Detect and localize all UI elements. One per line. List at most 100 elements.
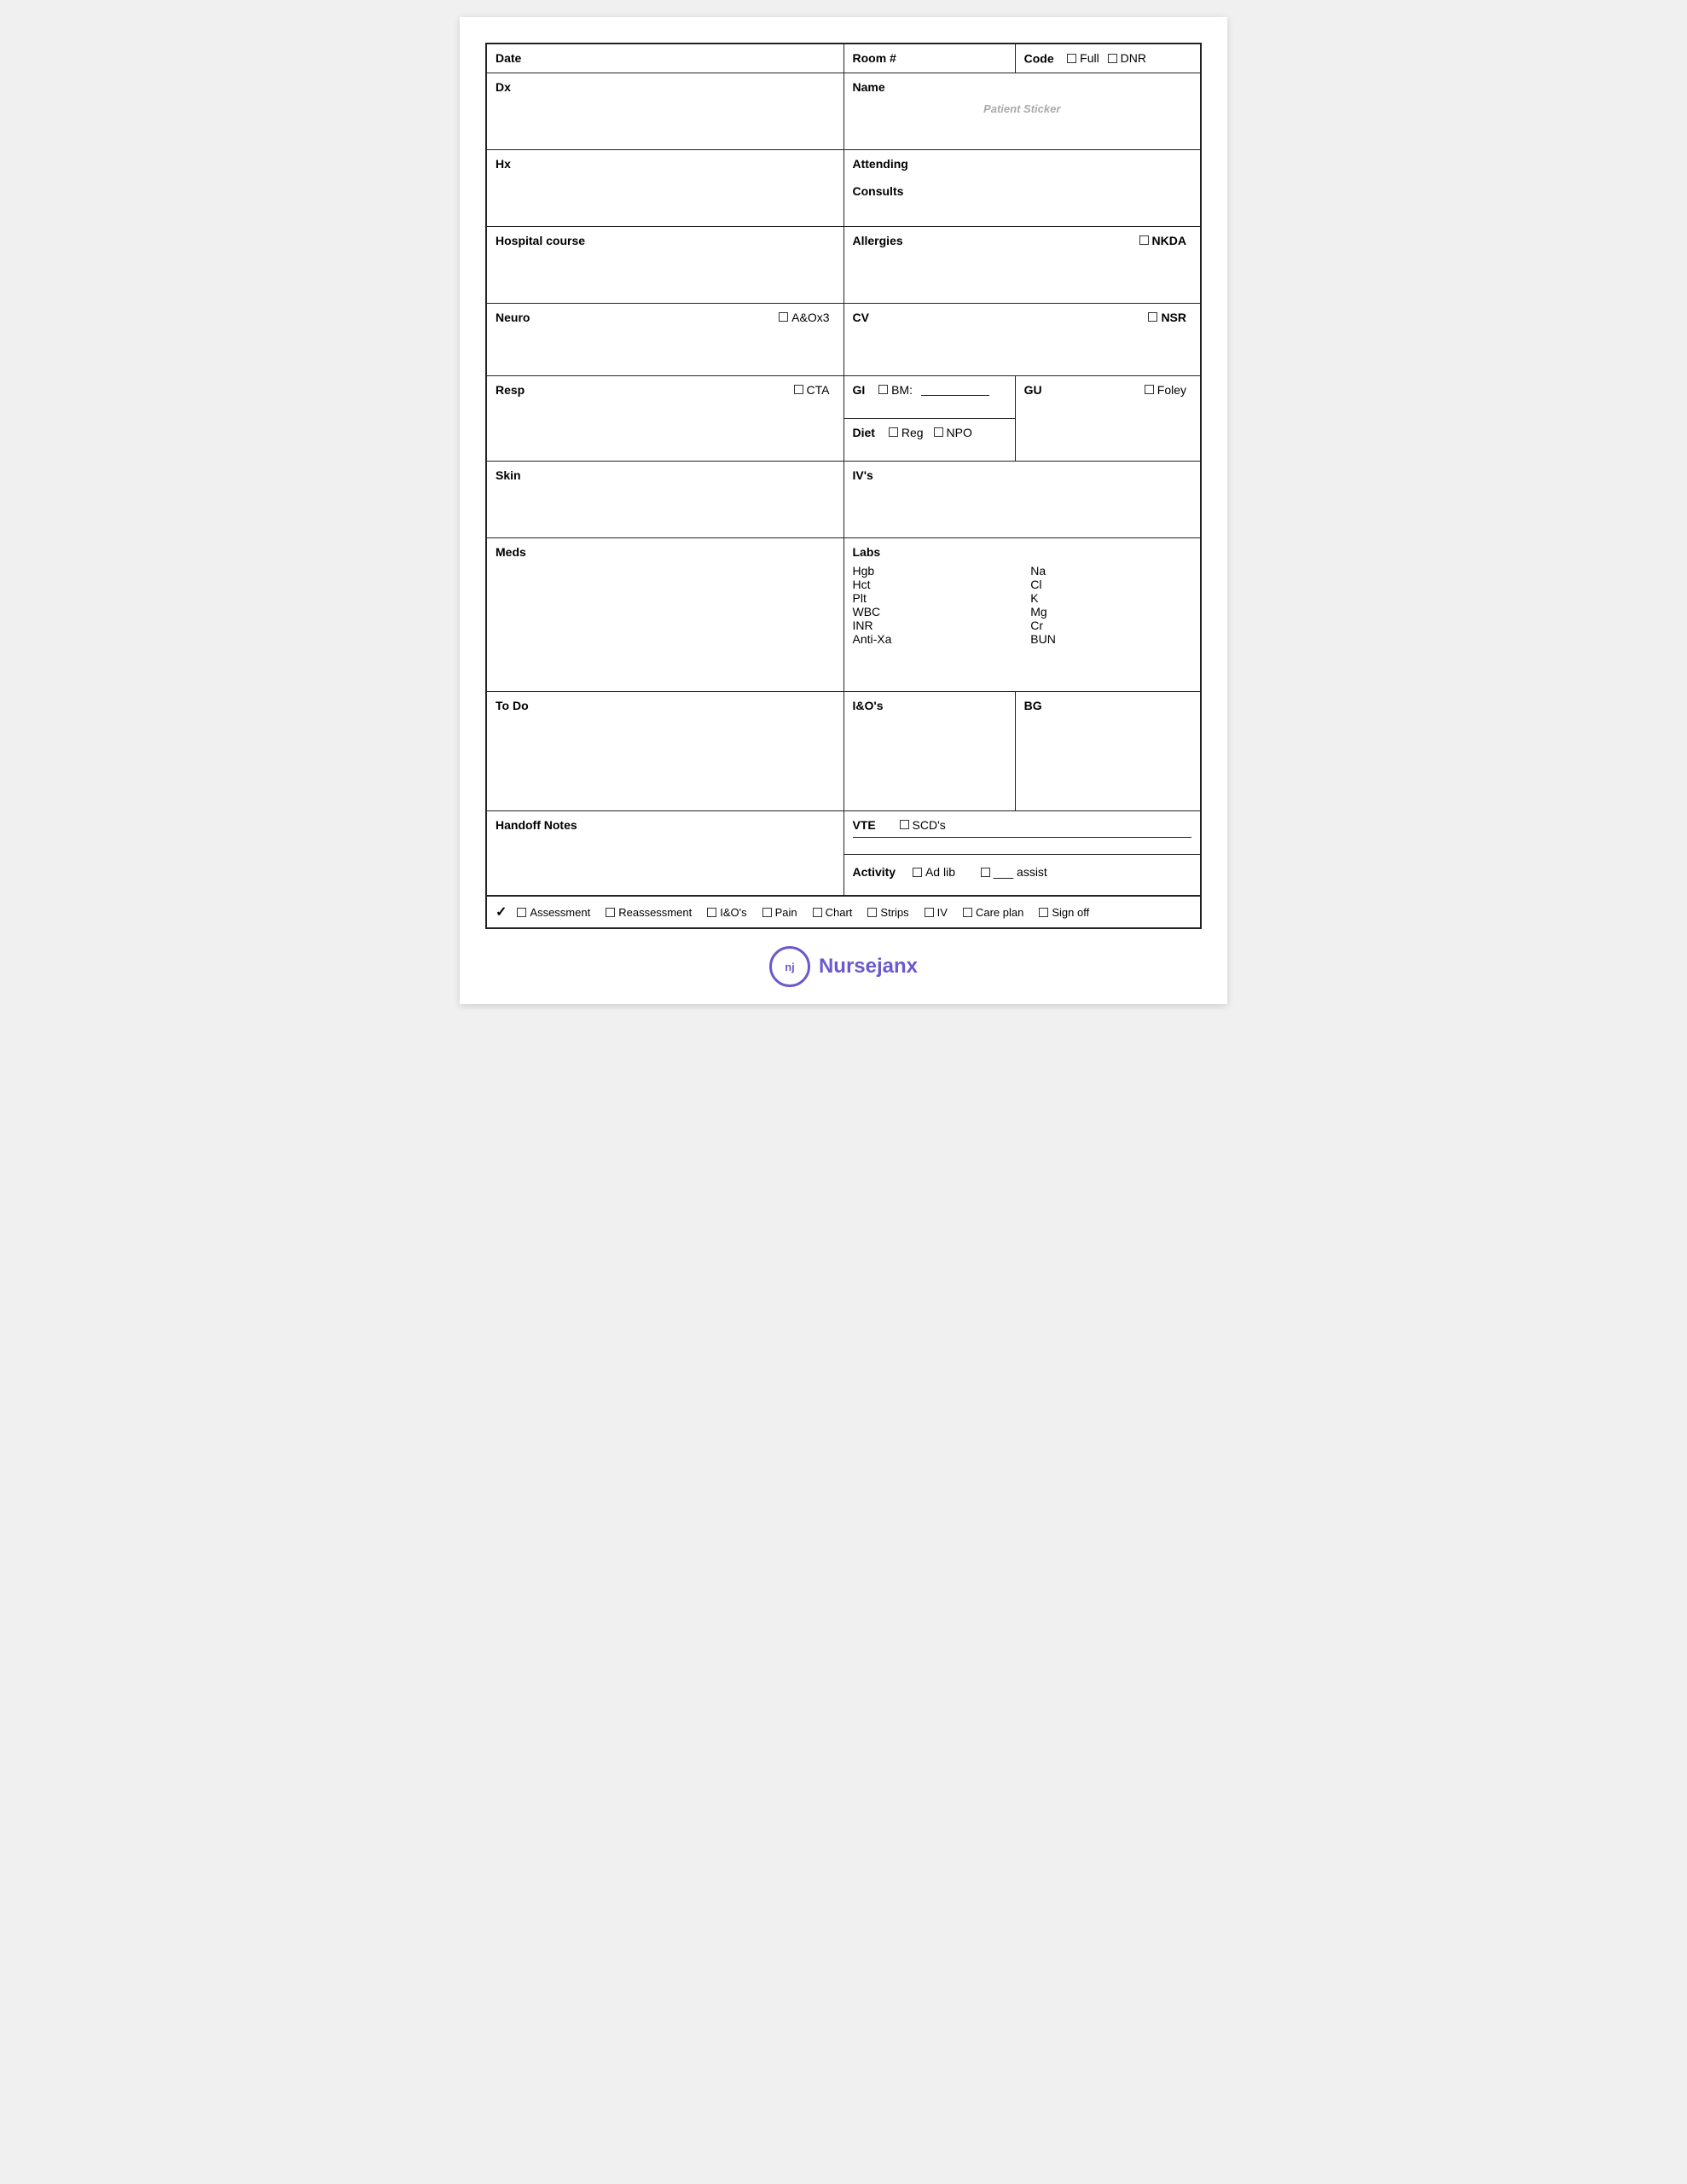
adlib-checkbox-item[interactable]: Ad lib bbox=[913, 865, 955, 879]
nsr-checkbox[interactable] bbox=[1148, 312, 1157, 322]
reassessment-checkbox[interactable] bbox=[606, 908, 615, 917]
pain-checkbox[interactable] bbox=[762, 908, 772, 917]
bm-label: BM: bbox=[891, 383, 913, 397]
handoff-label: Handoff Notes bbox=[496, 818, 577, 832]
bm-checkbox[interactable] bbox=[878, 385, 888, 394]
assist-checkbox[interactable] bbox=[981, 868, 990, 877]
sign-off-checkbox-item[interactable]: Sign off bbox=[1039, 906, 1089, 919]
full-checkbox[interactable] bbox=[1067, 54, 1076, 63]
chart-checkbox[interactable] bbox=[813, 908, 822, 917]
strips-checkbox-item[interactable]: Strips bbox=[867, 906, 908, 919]
logo-circle: nj bbox=[769, 946, 810, 987]
nkda-checkbox[interactable] bbox=[1139, 235, 1149, 245]
sign-off-checkbox[interactable] bbox=[1039, 908, 1048, 917]
labs-left-col: Hgb Hct Plt WBC INR Anti-Xa bbox=[853, 564, 1014, 646]
adlib-checkbox[interactable] bbox=[913, 868, 922, 877]
lab-mg: Mg bbox=[1030, 605, 1191, 619]
cv-label: CV bbox=[853, 311, 869, 324]
page: Date Room # Code Full DNR Dx bbox=[460, 17, 1227, 1004]
chart-label: Chart bbox=[826, 906, 853, 919]
attending-label: Attending bbox=[853, 157, 908, 171]
bm-value-line bbox=[921, 384, 989, 396]
reg-checkbox[interactable] bbox=[889, 427, 898, 437]
assessment-label: Assessment bbox=[530, 906, 590, 919]
lab-k: K bbox=[1030, 591, 1191, 605]
strips-label: Strips bbox=[880, 906, 908, 919]
lab-plt: Plt bbox=[853, 591, 1014, 605]
ivs-label: IV's bbox=[853, 468, 873, 482]
npo-checkbox[interactable] bbox=[934, 427, 943, 437]
pain-checkbox-item[interactable]: Pain bbox=[762, 906, 797, 919]
dnr-label: DNR bbox=[1121, 51, 1146, 65]
reassessment-label: Reassessment bbox=[618, 906, 692, 919]
skin-label: Skin bbox=[496, 468, 521, 482]
reassessment-checkbox-item[interactable]: Reassessment bbox=[606, 906, 692, 919]
name-label: Name bbox=[853, 80, 885, 94]
logo-area: nj Nursejanx bbox=[485, 946, 1202, 987]
bg-label: BG bbox=[1024, 699, 1042, 712]
lab-inr: INR bbox=[853, 619, 1014, 632]
footer-ios-checkbox[interactable] bbox=[707, 908, 716, 917]
activity-row: Activity Ad lib ___ assist bbox=[853, 860, 1192, 879]
npo-checkbox-item[interactable]: NPO bbox=[934, 426, 972, 439]
reg-label: Reg bbox=[901, 426, 924, 439]
assessment-checkbox-item[interactable]: Assessment bbox=[517, 906, 590, 919]
aox3-label: A&Ox3 bbox=[791, 311, 829, 324]
care-plan-label: Care plan bbox=[976, 906, 1023, 919]
cta-checkbox[interactable] bbox=[794, 385, 803, 394]
dnr-checkbox[interactable] bbox=[1108, 54, 1117, 63]
adlib-label: Ad lib bbox=[925, 865, 955, 879]
hospital-course-label: Hospital course bbox=[496, 234, 585, 247]
neuro-label: Neuro bbox=[496, 311, 530, 324]
iv-label: IV bbox=[937, 906, 948, 919]
assist-label: ___ assist bbox=[994, 865, 1047, 879]
aox3-checkbox[interactable] bbox=[779, 312, 788, 322]
nkda-checkbox-item[interactable]: NKDA bbox=[1139, 234, 1186, 247]
foley-checkbox[interactable] bbox=[1145, 385, 1154, 394]
labs-grid: Hgb Hct Plt WBC INR Anti-Xa Na Cl K Mg C… bbox=[853, 564, 1192, 646]
scds-checkbox-item[interactable]: SCD's bbox=[900, 818, 946, 832]
chart-checkbox-item[interactable]: Chart bbox=[813, 906, 853, 919]
room-label: Room # bbox=[853, 51, 896, 65]
logo-janx: janx bbox=[877, 955, 918, 978]
labs-label: Labs bbox=[853, 545, 881, 559]
footer-ios-checkbox-item[interactable]: I&O's bbox=[707, 906, 746, 919]
full-label: Full bbox=[1080, 51, 1099, 65]
iv-checkbox-item[interactable]: IV bbox=[925, 906, 948, 919]
reg-checkbox-item[interactable]: Reg bbox=[889, 426, 924, 439]
dx-label: Dx bbox=[496, 80, 511, 94]
pain-label: Pain bbox=[775, 906, 797, 919]
logo-nurse: Nurse bbox=[819, 955, 877, 978]
scds-label: SCD's bbox=[913, 818, 946, 832]
checkmark: ✓ bbox=[496, 903, 507, 921]
aox3-checkbox-item[interactable]: A&Ox3 bbox=[779, 311, 829, 324]
iv-checkbox[interactable] bbox=[925, 908, 934, 917]
logo-initials: nj bbox=[785, 961, 795, 973]
full-checkbox-item[interactable]: Full bbox=[1067, 51, 1099, 65]
nsr-checkbox-item[interactable]: NSR bbox=[1148, 311, 1186, 324]
nsr-label: NSR bbox=[1161, 311, 1186, 324]
ios-label: I&O's bbox=[853, 699, 884, 712]
scds-checkbox[interactable] bbox=[900, 820, 909, 829]
assessment-checkbox[interactable] bbox=[517, 908, 526, 917]
gi-label: GI bbox=[853, 383, 866, 397]
bm-checkbox-item[interactable]: BM: bbox=[878, 383, 913, 397]
lab-bun: BUN bbox=[1030, 632, 1191, 646]
care-plan-checkbox-item[interactable]: Care plan bbox=[963, 906, 1023, 919]
foley-checkbox-item[interactable]: Foley bbox=[1145, 383, 1186, 397]
date-label: Date bbox=[496, 51, 521, 65]
cta-label: CTA bbox=[807, 383, 830, 397]
lab-cl: Cl bbox=[1030, 578, 1191, 591]
lab-hct: Hct bbox=[853, 578, 1014, 591]
consults-label: Consults bbox=[853, 184, 904, 198]
logo-text: Nursejanx bbox=[819, 955, 918, 979]
care-plan-checkbox[interactable] bbox=[963, 908, 972, 917]
assist-checkbox-item[interactable]: ___ assist bbox=[981, 865, 1047, 879]
gu-label: GU bbox=[1024, 383, 1042, 397]
dnr-checkbox-item[interactable]: DNR bbox=[1108, 51, 1146, 65]
labs-right-col: Na Cl K Mg Cr BUN bbox=[1030, 564, 1191, 646]
lab-wbc: WBC bbox=[853, 605, 1014, 619]
strips-checkbox[interactable] bbox=[867, 908, 877, 917]
cta-checkbox-item[interactable]: CTA bbox=[794, 383, 830, 397]
lab-antixa: Anti-Xa bbox=[853, 632, 1014, 646]
